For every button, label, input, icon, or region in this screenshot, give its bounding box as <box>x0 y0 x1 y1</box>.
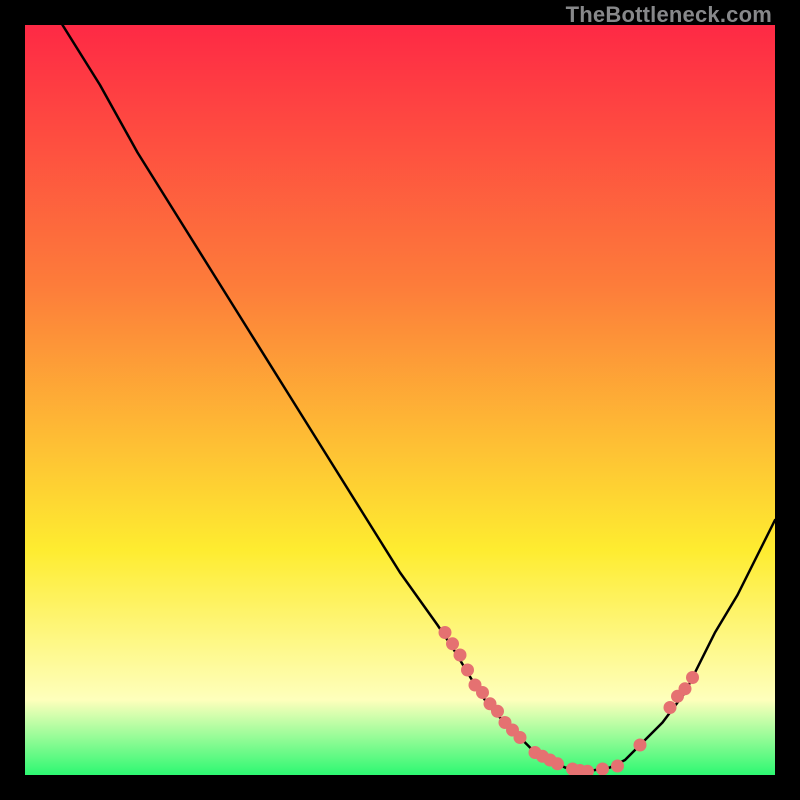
data-point <box>446 637 459 650</box>
watermark-text: TheBottleneck.com <box>566 2 772 28</box>
data-point <box>634 739 647 752</box>
data-point <box>461 664 474 677</box>
data-point <box>611 760 624 773</box>
data-point <box>596 763 609 776</box>
data-point <box>686 671 699 684</box>
data-point <box>679 682 692 695</box>
chart-frame <box>25 25 775 775</box>
data-point <box>491 705 504 718</box>
data-point <box>476 686 489 699</box>
data-point <box>664 701 677 714</box>
gradient-background <box>25 25 775 775</box>
data-point <box>454 649 467 662</box>
data-point <box>551 757 564 770</box>
data-point <box>439 626 452 639</box>
data-point <box>514 731 527 744</box>
bottleneck-chart <box>25 25 775 775</box>
